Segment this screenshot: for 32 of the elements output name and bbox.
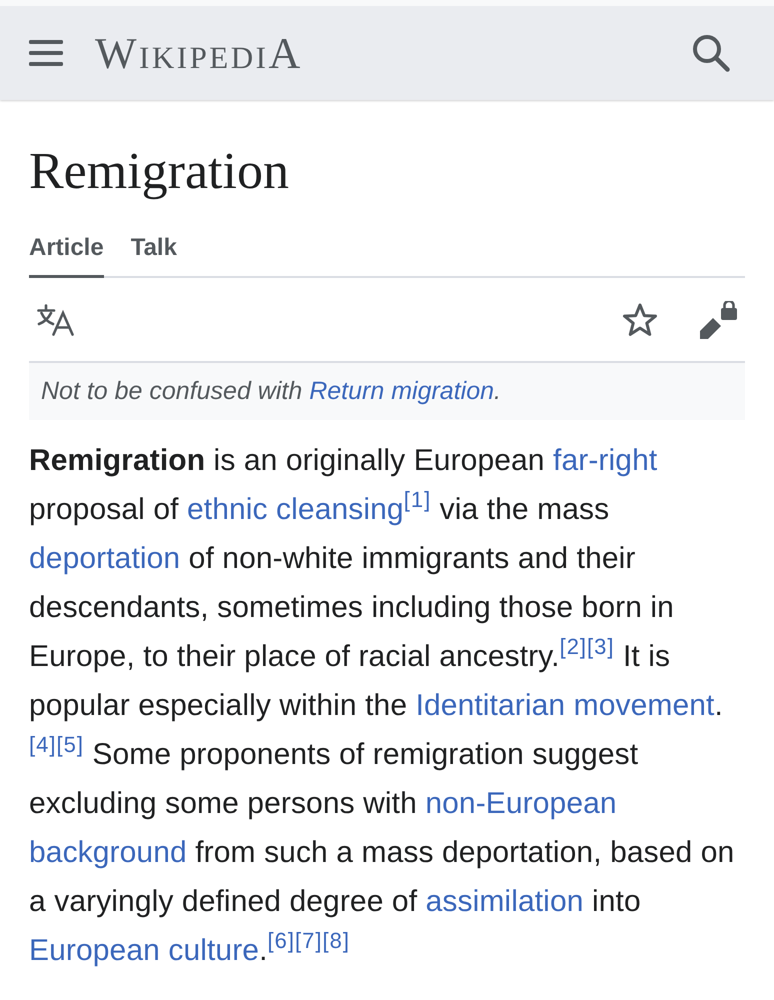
search-button[interactable] <box>692 34 730 72</box>
hatnote-text: Not to be confused with Return migration. <box>41 376 501 407</box>
article-link[interactable]: background <box>29 836 187 869</box>
pencil-lock-icon <box>700 300 738 338</box>
article-link[interactable]: assimilation <box>426 885 584 918</box>
citation-link[interactable]: [4] <box>29 732 56 757</box>
citation-link[interactable]: [6] <box>268 928 295 953</box>
citation-link[interactable]: [3] <box>587 634 615 659</box>
menu-icon <box>29 40 63 66</box>
citation-link[interactable]: [1] <box>404 486 432 512</box>
watch-button[interactable] <box>622 302 658 336</box>
page-tab[interactable]: Article <box>29 230 104 278</box>
page-tab[interactable]: Talk <box>130 230 177 278</box>
article-link[interactable]: far-right <box>553 444 658 477</box>
citation-link[interactable]: [7] <box>295 928 322 953</box>
menu-button[interactable] <box>29 40 63 66</box>
article-link[interactable]: ethnic cleansing <box>186 493 404 526</box>
search-icon <box>692 34 730 72</box>
language-button[interactable] <box>37 304 75 336</box>
translate-icon <box>37 304 75 336</box>
star-icon <box>622 302 658 336</box>
citation-link[interactable]: [8] <box>322 928 350 953</box>
citation-link[interactable]: [2] <box>560 634 588 659</box>
article-link[interactable]: European culture <box>29 934 260 967</box>
article-link[interactable]: deportation <box>29 542 180 575</box>
edit-button[interactable] <box>700 300 738 338</box>
wikipedia-logo[interactable]: WikipediA <box>95 32 303 76</box>
page-title: Remigration <box>29 142 290 202</box>
hatnote-link[interactable]: Return migration <box>309 376 494 405</box>
article-link[interactable]: non-European <box>425 787 617 820</box>
article-link[interactable]: Identitarian movement <box>416 689 714 722</box>
citation-link[interactable]: [5] <box>56 732 84 757</box>
